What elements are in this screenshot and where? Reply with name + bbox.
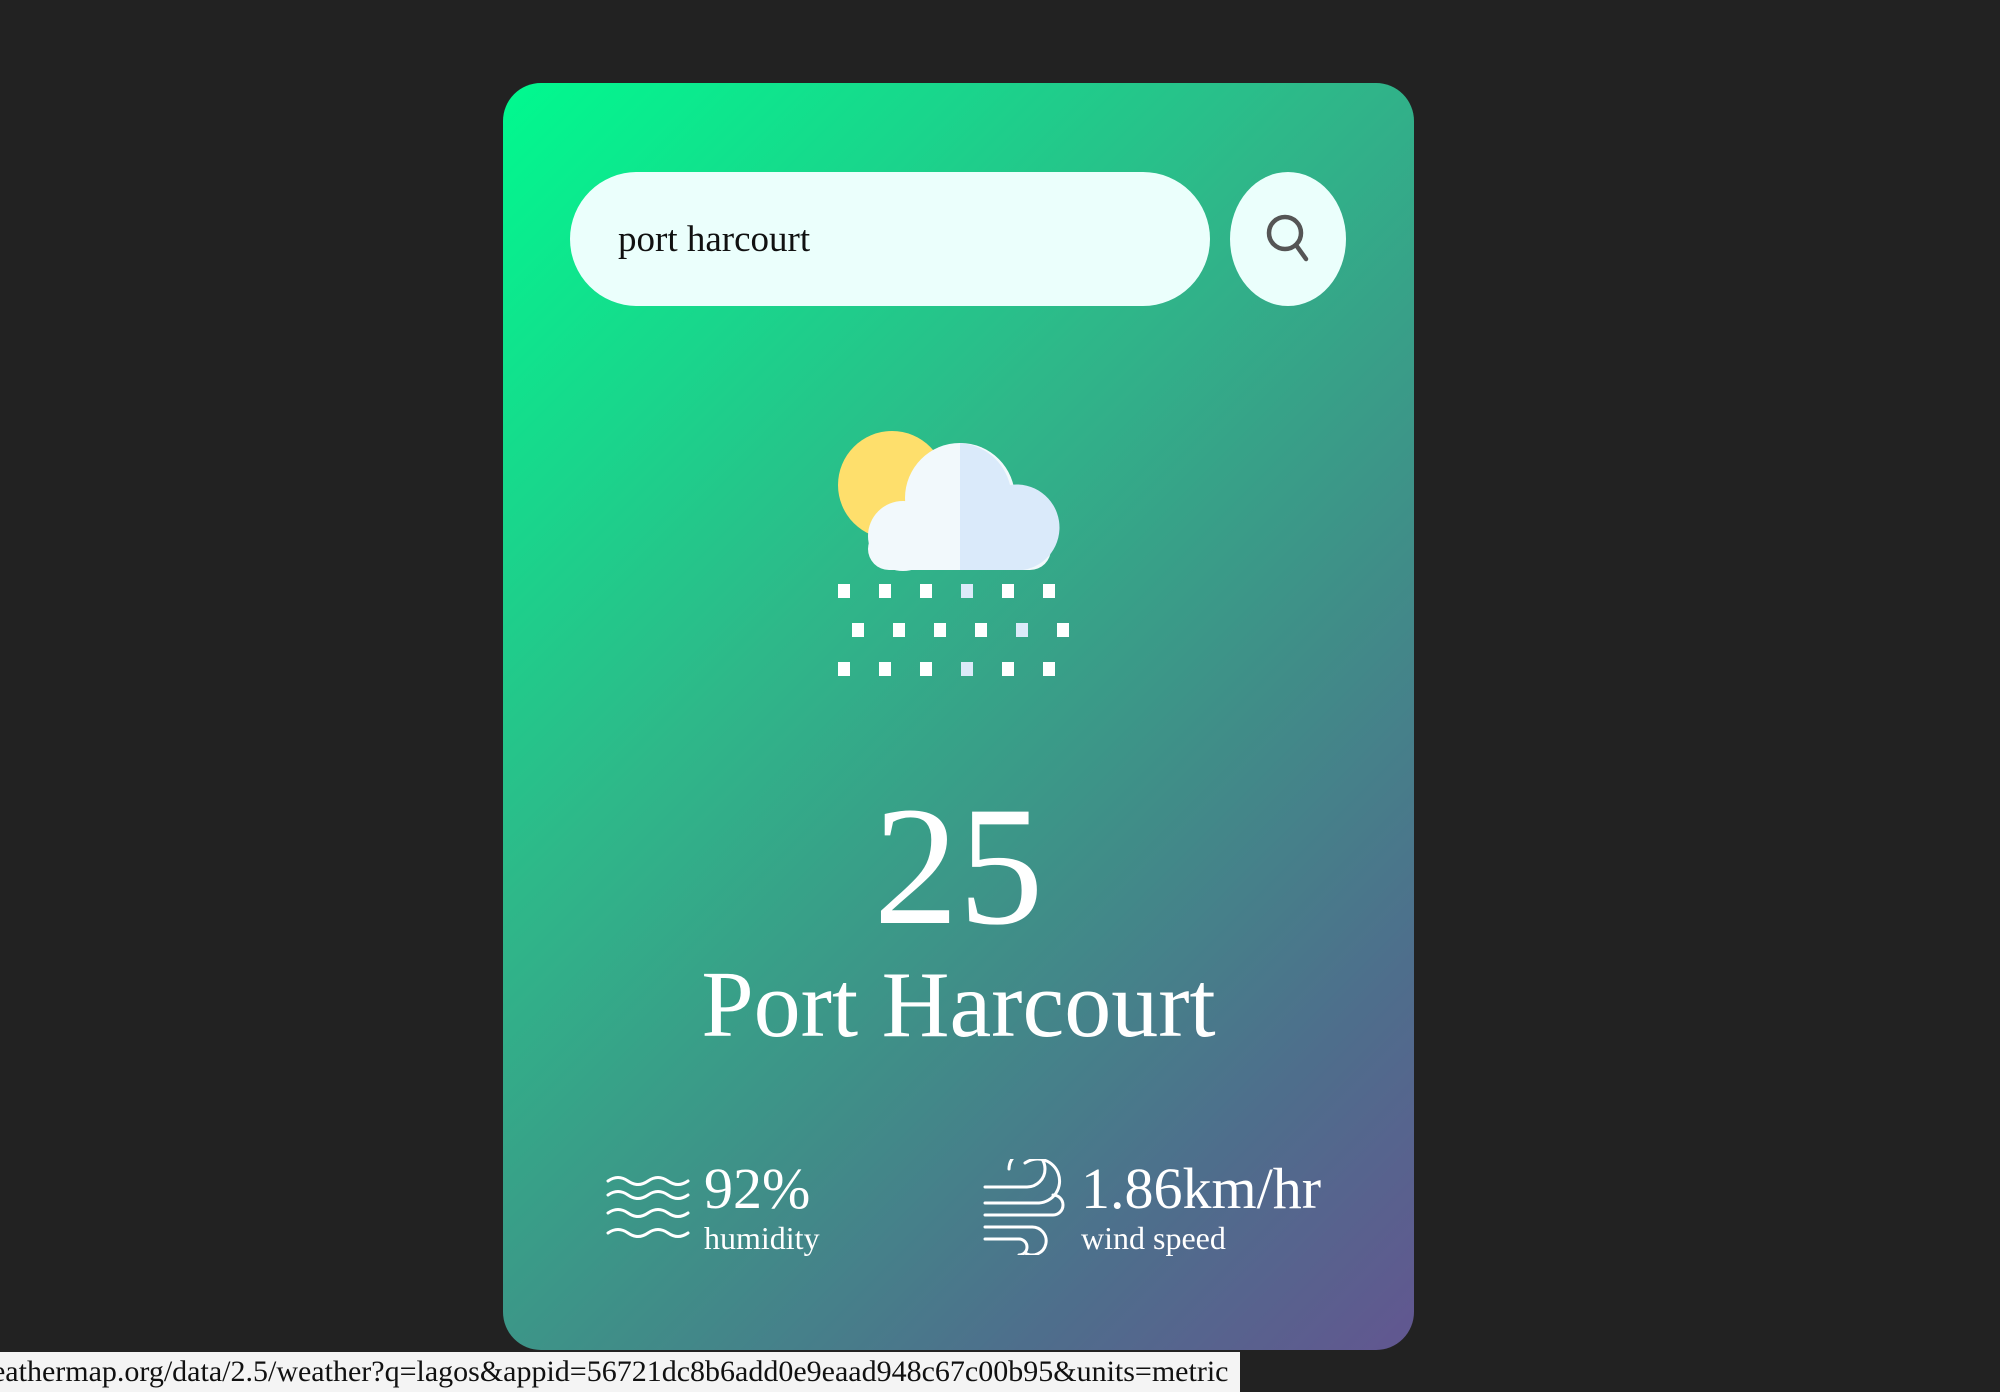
weather-card: port harcourt 25 Port Harcourt 92% humid… (503, 83, 1414, 1350)
humidity-section: 92% humidity (606, 1158, 820, 1256)
snow-dots-icon (838, 584, 1069, 676)
wind-icon (983, 1159, 1065, 1255)
search-input-value[interactable]: port harcourt (618, 218, 810, 261)
humidity-value: 92% (704, 1156, 811, 1221)
wind-label: wind speed (1081, 1220, 1226, 1256)
wind-value: 1.86km/hr (1081, 1156, 1322, 1221)
temperature: 25 (873, 772, 1044, 960)
humidity-label: humidity (704, 1220, 820, 1256)
city-name: Port Harcourt (701, 953, 1216, 1057)
status-bar-url: openweathermap.org/data/2.5/weather?q=la… (0, 1352, 1240, 1392)
search-input[interactable]: port harcourt (570, 172, 1210, 306)
search-icon[interactable] (1266, 214, 1310, 264)
sun-cloud-snow-icon (838, 431, 1069, 676)
wind-section: 1.86km/hr wind speed (983, 1158, 1321, 1256)
search-button[interactable] (1230, 172, 1346, 306)
humidity-icon (606, 1176, 690, 1238)
